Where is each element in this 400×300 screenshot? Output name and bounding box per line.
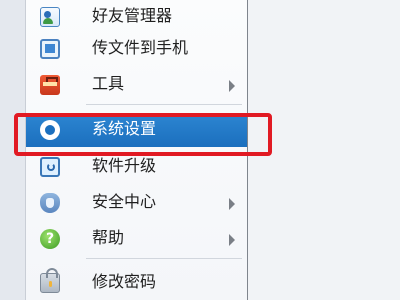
submenu-arrow-icon	[229, 198, 235, 210]
friends-icon	[40, 7, 60, 27]
upgrade-icon	[40, 157, 60, 177]
menu-item-label: 帮助	[92, 228, 125, 247]
menu-item-label: 传文件到手机	[92, 38, 189, 57]
submenu-arrow-icon	[229, 80, 235, 92]
menu-item-send-file-to-phone[interactable]: 传文件到手机	[26, 32, 247, 66]
highlight-annotation-box	[14, 113, 272, 156]
menu-separator	[86, 258, 242, 259]
menu-item-label: 安全中心	[92, 192, 157, 211]
menu-item-tools[interactable]: 工具	[26, 68, 247, 102]
menu-item-security-center[interactable]: 安全中心	[26, 186, 247, 220]
submenu-arrow-icon	[229, 234, 235, 246]
shield-icon	[40, 193, 60, 213]
menu-item-label: 软件升级	[92, 156, 157, 175]
menu-separator	[86, 104, 242, 105]
menu-item-help[interactable]: ? 帮助	[26, 222, 247, 256]
phone-transfer-icon	[40, 39, 60, 59]
help-icon: ?	[40, 229, 60, 249]
menu-item-label: 好友管理器	[92, 6, 173, 25]
toolbox-icon	[40, 75, 60, 95]
lock-icon	[40, 268, 60, 293]
menu-item-label: 修改密码	[92, 272, 157, 291]
menu-item-friend-manager[interactable]: 好友管理器	[26, 0, 247, 34]
menu-item-label: 工具	[92, 74, 125, 93]
menu-item-change-password[interactable]: 修改密码	[26, 266, 247, 300]
